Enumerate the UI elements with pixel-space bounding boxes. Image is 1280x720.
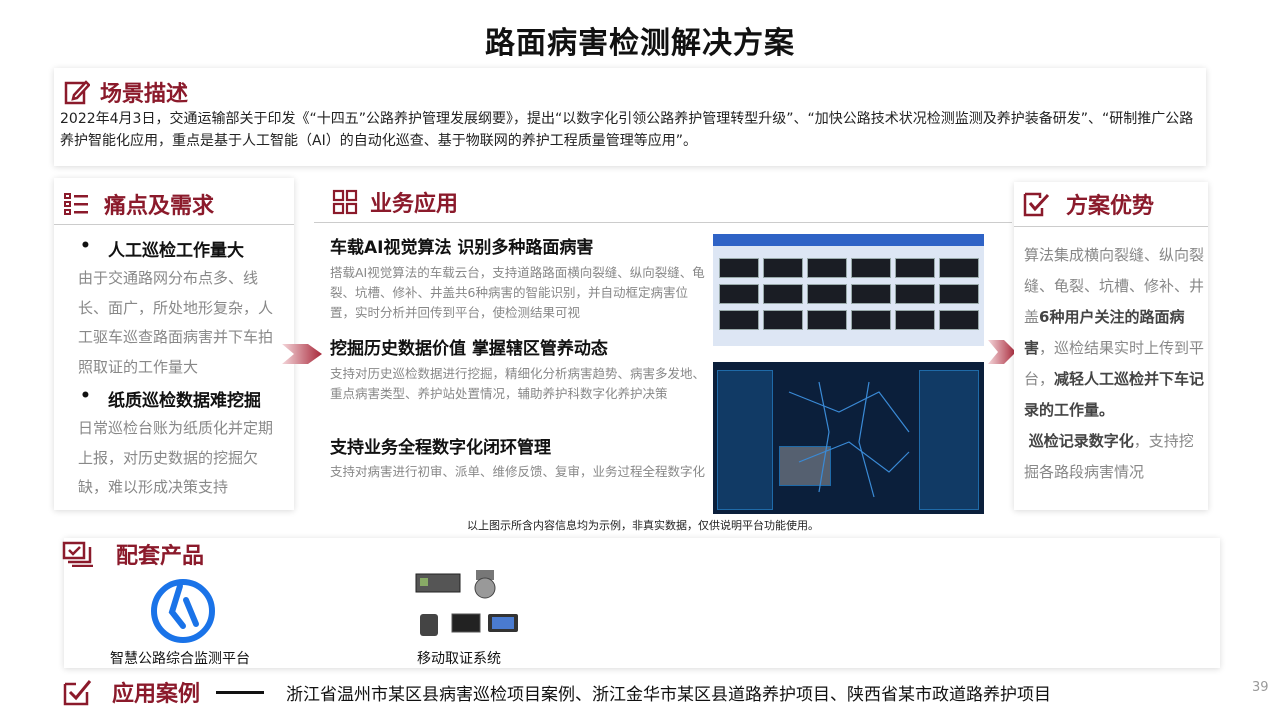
- products-heading: 配套产品: [116, 544, 205, 569]
- pain-heading: 痛点及需求: [104, 194, 215, 219]
- advantage-divider: [1014, 226, 1208, 227]
- advantage-header: 方案优势: [1022, 188, 1154, 220]
- pain-item-desc: 日常巡检台账为纸质化并定期上报，对历史数据的挖掘欠缺，难以形成决策支持: [78, 419, 274, 496]
- advantage-heading: 方案优势: [1066, 194, 1155, 219]
- products-card: 配套产品 智慧公路综合监测平台 移动取证系统: [62, 538, 1220, 668]
- cases-heading: 应用案例: [112, 682, 201, 707]
- product-label: 智慧公路综合监测平台: [110, 651, 250, 667]
- pain-item-title-text: 纸质巡检数据难挖掘: [108, 391, 261, 411]
- page-title: 路面病害检测解决方案: [485, 26, 795, 61]
- business-item-desc: 搭载AI视觉算法的车载云台，支持道路路面横向裂缝、纵向裂缝、龟裂、坑槽、修补、井…: [330, 265, 705, 320]
- checked-box-icon: [63, 680, 92, 706]
- business-item-title: 挖掘历史数据价值 掌握辖区管养动态: [330, 339, 608, 359]
- pain-header: 痛点及需求: [64, 188, 214, 220]
- product-label: 移动取证系统: [417, 651, 501, 667]
- platform-logo-icon: [151, 579, 215, 643]
- dashboard-screenshot: [713, 362, 984, 514]
- business-item-title: 支持业务全程数字化闭环管理: [330, 438, 551, 458]
- disclaimer-note: 以上图示所含内容信息均为示例，非真实数据，仅供说明平台功能使用。: [467, 519, 819, 532]
- grid-icon: [332, 189, 358, 215]
- edit-icon: [64, 80, 90, 105]
- pain-item-title-text: 人工巡检工作量大: [108, 241, 244, 261]
- map-graphic: [788, 381, 910, 498]
- pain-item-title: 纸质巡检数据难挖掘: [80, 386, 261, 411]
- cases-dash: [216, 691, 264, 694]
- pain-item-title: 人工巡检工作量大: [80, 236, 244, 261]
- scene-text: 2022年4月3日，交通运输部关于印发《“十四五”公路养护管理发展纲要》，提出“…: [60, 111, 1194, 149]
- cases-header: 应用案例: [62, 676, 200, 708]
- page-number: 39: [1252, 680, 1269, 695]
- business-item-title: 车载AI视觉算法 识别多种路面病害: [330, 238, 594, 258]
- business-divider: [314, 222, 1012, 223]
- business-item-desc: 支持对病害进行初审、派单、维修反馈、复审，业务过程全程数字化: [330, 464, 706, 479]
- advantage-bold-text: 巡检记录数字化: [1028, 432, 1134, 450]
- business-heading: 业务应用: [370, 192, 459, 217]
- product-stack-icon: [62, 541, 93, 567]
- detection-screenshot: [713, 234, 984, 346]
- pain-divider: [54, 224, 294, 225]
- pain-item-desc: 由于交通路网分布点多、线长、面广，所处地形复杂，人工驱车巡查路面病害并下车拍照取…: [78, 269, 274, 376]
- products-header: 配套产品: [62, 538, 204, 570]
- business-item-desc: 支持对历史巡检数据进行挖掘，精细化分析病害趋势、病害多发地、重点病害类型、养护站…: [330, 366, 706, 401]
- device-images-icon: [415, 570, 518, 636]
- pain-card: 痛点及需求 人工巡检工作量大 由于交通路网分布点多、线长、面广，所处地形复杂，人…: [54, 178, 294, 510]
- business-header: 业务应用: [332, 186, 458, 218]
- advantage-card: 方案优势 算法集成横向裂缝、纵向裂缝、龟裂、坑槽、修补、井盖6种用户关注的路面病…: [1014, 182, 1208, 510]
- cases-text: 浙江省温州市某区县病害巡检项目案例、浙江金华市某区县道路养护项目、陕西省某市政道…: [286, 685, 1051, 705]
- advantage-text: 算法集成横向裂缝、纵向裂缝、龟裂、坑槽、修补、井盖6种用户关注的路面病害，巡检结…: [1024, 240, 1208, 488]
- scene-heading: 场景描述: [100, 82, 189, 107]
- checklist-icon: [64, 193, 88, 215]
- chevron-right-icon: [282, 344, 322, 364]
- scene-header: 场景描述: [64, 76, 188, 108]
- scene-card: 场景描述 2022年4月3日，交通运输部关于印发《“十四五”公路养护管理发展纲要…: [54, 68, 1206, 166]
- checked-doc-icon: [1023, 192, 1050, 217]
